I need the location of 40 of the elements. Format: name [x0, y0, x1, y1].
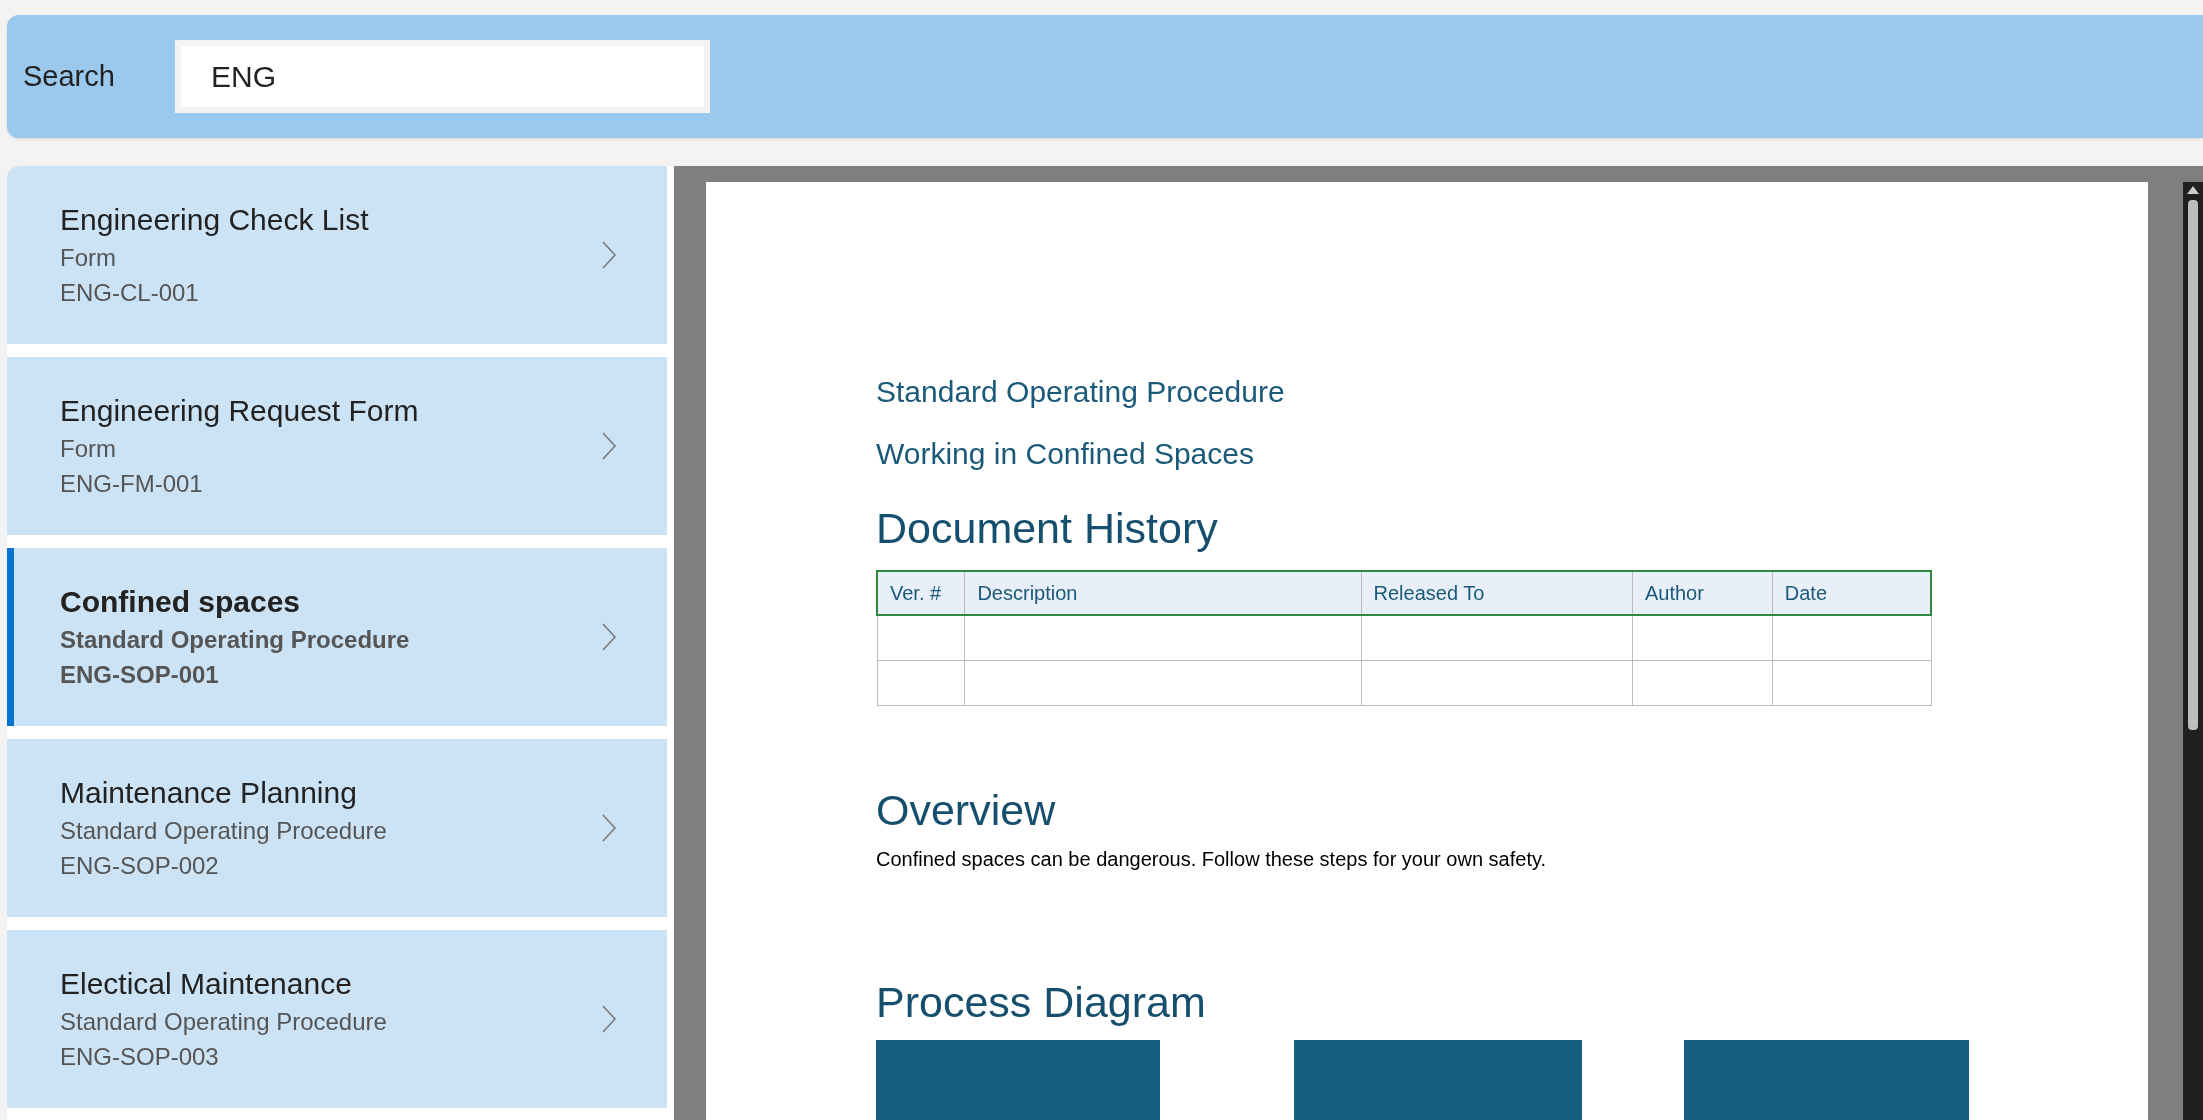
section-heading: Document History	[876, 503, 1219, 554]
document-type: Form	[60, 434, 117, 464]
document-title: Engineering Request Form	[60, 393, 420, 429]
document-type: Form	[60, 243, 117, 273]
document-list-item[interactable]: Confined spaces Standard Operating Procedure ENG-SOP-001	[7, 548, 667, 726]
document-type: Standard Operating Procedure	[60, 625, 411, 655]
column-header: Ver. #	[877, 571, 965, 615]
column-header: Date	[1772, 571, 1931, 615]
document-title: Engineering Check List	[60, 202, 370, 238]
document-code: ENG-SOP-002	[60, 851, 220, 881]
document-list-item[interactable]: Engineering Check List Form ENG-CL-001	[7, 166, 667, 344]
chevron-right-icon	[601, 622, 617, 652]
document-title: Confined spaces	[60, 584, 302, 620]
search-field[interactable]: ENG	[175, 40, 710, 113]
chevron-right-icon	[601, 1004, 617, 1034]
chevron-right-icon	[601, 240, 617, 270]
column-header: Description	[964, 571, 1361, 615]
document-code: ENG-CL-001	[60, 278, 200, 308]
document-title-heading: Working in Confined Spaces	[876, 436, 1255, 472]
overview-text: Confined spaces can be dangerous. Follow these steps for your own safety.	[876, 846, 1547, 872]
document-type-heading: Standard Operating Procedure	[876, 374, 1286, 410]
document-list-item[interactable]: Engineering Request Form Form ENG-FM-001	[7, 357, 667, 535]
scrollbar-thumb[interactable]	[2188, 200, 2198, 730]
chevron-right-icon	[601, 813, 617, 843]
section-heading: Overview	[876, 784, 1057, 836]
document-title: Electical Maintenance	[60, 966, 353, 1002]
document-type: Standard Operating Procedure	[60, 1007, 388, 1037]
search-label: Search	[23, 58, 116, 94]
document-code: ENG-SOP-003	[60, 1042, 220, 1072]
column-header: Released To	[1361, 571, 1633, 615]
chevron-right-icon	[601, 431, 617, 461]
document-list-item[interactable]: Maintenance Planning Standard Operating Procedure ENG-SOP-002	[7, 739, 667, 917]
column-header: Author	[1632, 571, 1773, 615]
document-list-item[interactable]: Electical Maintenance Standard Operating Procedure ENG-SOP-003	[7, 930, 667, 1108]
document-type: Standard Operating Procedure	[60, 816, 388, 846]
section-heading: Process Diagram	[876, 976, 1207, 1028]
document-code: ENG-SOP-001	[60, 660, 220, 690]
scroll-up-icon[interactable]	[2187, 186, 2199, 194]
document-title: Maintenance Planning	[60, 775, 358, 811]
document-code: ENG-FM-001	[60, 469, 204, 499]
